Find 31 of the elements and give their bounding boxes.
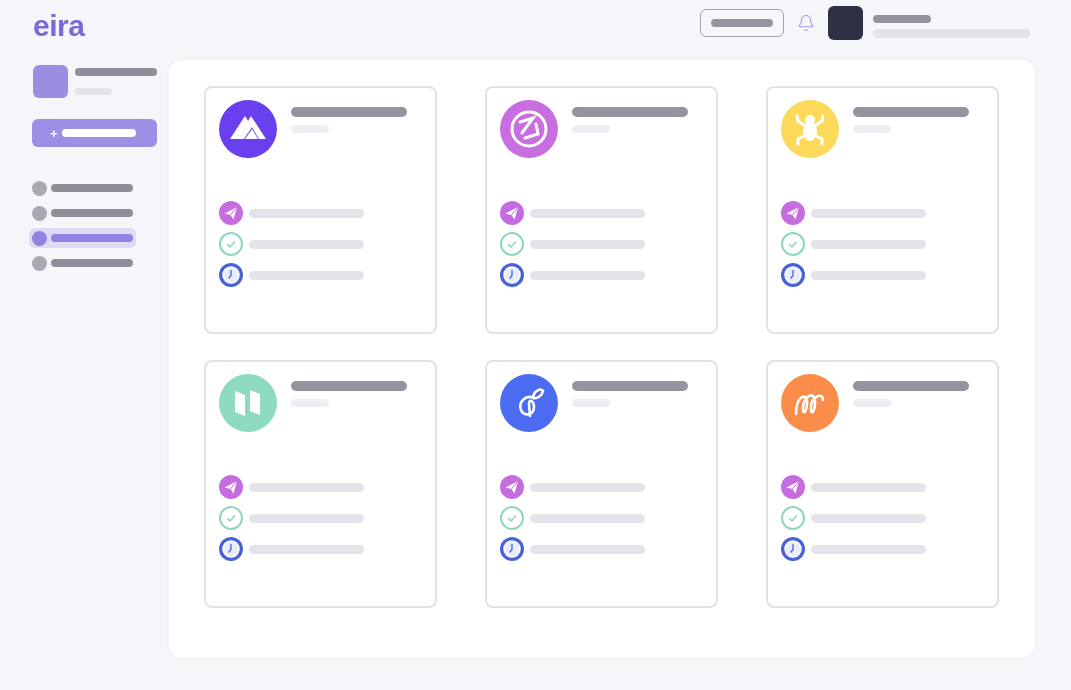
project-card[interactable]	[485, 360, 718, 608]
paper-plane-icon	[219, 201, 243, 225]
project-card[interactable]	[485, 86, 718, 334]
paper-plane-icon	[219, 475, 243, 499]
clock-icon	[781, 537, 805, 561]
avatar[interactable]	[828, 6, 863, 40]
header-button[interactable]	[700, 9, 784, 37]
project-card[interactable]	[766, 360, 999, 608]
avatar	[33, 65, 68, 98]
app-logo: eira	[33, 9, 85, 43]
clock-icon	[500, 537, 524, 561]
paper-plane-icon	[500, 475, 524, 499]
bell-icon[interactable]	[797, 13, 815, 33]
clock-icon	[219, 537, 243, 561]
check-icon	[781, 232, 805, 256]
check-icon	[500, 232, 524, 256]
new-button[interactable]: +	[32, 119, 157, 147]
clock-icon	[219, 263, 243, 287]
paper-plane-icon	[500, 201, 524, 225]
check-icon	[219, 232, 243, 256]
project-card[interactable]	[766, 86, 999, 334]
clock-icon	[781, 263, 805, 287]
paper-plane-icon	[781, 201, 805, 225]
check-icon	[500, 506, 524, 530]
paper-plane-icon	[781, 475, 805, 499]
check-icon	[219, 506, 243, 530]
check-icon	[781, 506, 805, 530]
clock-icon	[500, 263, 524, 287]
project-card[interactable]	[204, 360, 437, 608]
nav-item[interactable]	[29, 228, 136, 248]
project-card[interactable]	[204, 86, 437, 334]
